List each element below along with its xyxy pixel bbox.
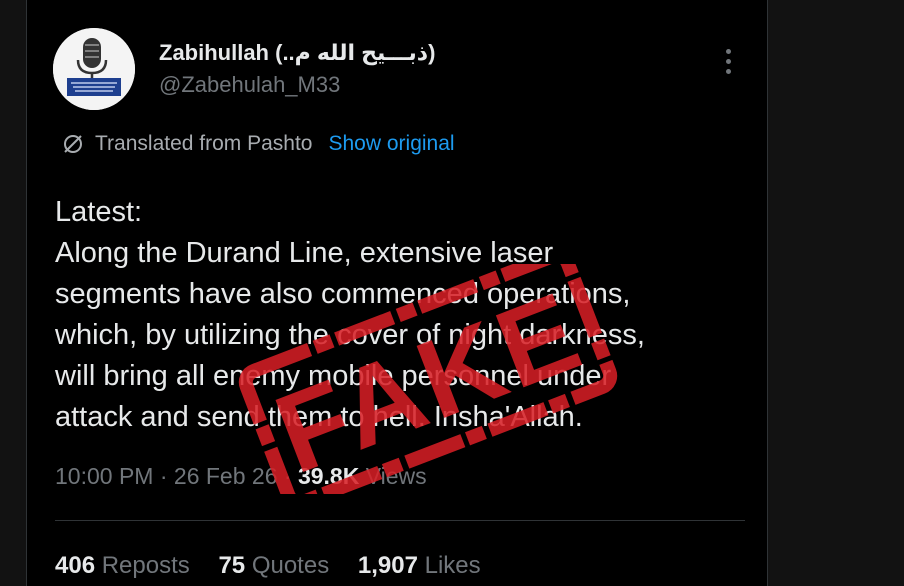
tweet-metadata: 10:00 PM · 26 Feb 26 · 39.8K Views — [55, 463, 427, 490]
tweet-text-line: attack and send them to hell. Insha'Alla… — [55, 401, 583, 433]
more-options-icon — [725, 48, 731, 54]
views-count: 39.8K — [297, 463, 360, 489]
quotes-stat[interactable]: 75 Quotes — [218, 552, 335, 579]
reposts-label: Reposts — [101, 552, 190, 579]
translate-icon — [64, 135, 82, 153]
quotes-count: 75 — [218, 552, 246, 579]
reposts-count: 406 — [55, 552, 96, 579]
tweet-date[interactable]: 26 Feb 26 — [174, 463, 278, 489]
more-options-button[interactable] — [717, 44, 739, 78]
tweet-text-line: Along the Durand Line, extensive laser — [55, 237, 554, 269]
tweet-card: Zabihullah (..ذبـــيح الله م) @Zabehulah… — [26, 0, 768, 586]
translation-notice: Translated from Pashto Show original — [61, 132, 455, 156]
more-options-icon — [725, 68, 731, 74]
likes-label: Likes — [424, 552, 481, 579]
author-handle[interactable]: @Zabehulah_M33 — [159, 72, 340, 98]
tweet-text-line: Latest: — [55, 196, 143, 228]
views-label: Views — [365, 463, 427, 489]
tweet-time[interactable]: 10:00 PM — [55, 463, 153, 489]
tweet-text: Latest: Along the Durand Line, extensive… — [55, 192, 745, 438]
screenshot-frame: Zabihullah (..ذبـــيح الله م) @Zabehulah… — [0, 0, 904, 586]
quotes-label: Quotes — [251, 552, 330, 579]
meta-separator: · — [277, 463, 298, 489]
reposts-stat[interactable]: 406 Reposts — [55, 552, 196, 579]
tweet-text-line: which, by utilizing the cover of night d… — [55, 319, 645, 351]
engagement-stats: 406 Reposts 75 Quotes 1,907 Likes — [55, 552, 503, 580]
show-original-link[interactable]: Show original — [329, 132, 455, 156]
translated-from-label: Translated from Pashto — [95, 132, 313, 155]
likes-stat[interactable]: 1,907 Likes — [358, 552, 481, 579]
tweet-text-line: segments have also commenced operations, — [55, 278, 631, 310]
meta-separator: · — [153, 463, 174, 489]
author-avatar[interactable] — [53, 28, 135, 110]
tweet-text-line: will bring all enemy mobile personnel un… — [55, 360, 612, 392]
tweet-divider — [55, 520, 745, 521]
author-display-name[interactable]: Zabihullah (..ذبـــيح الله م) — [159, 40, 435, 66]
microphone-logo-avatar — [53, 28, 135, 110]
more-options-icon — [725, 58, 731, 64]
likes-count: 1,907 — [357, 552, 418, 579]
